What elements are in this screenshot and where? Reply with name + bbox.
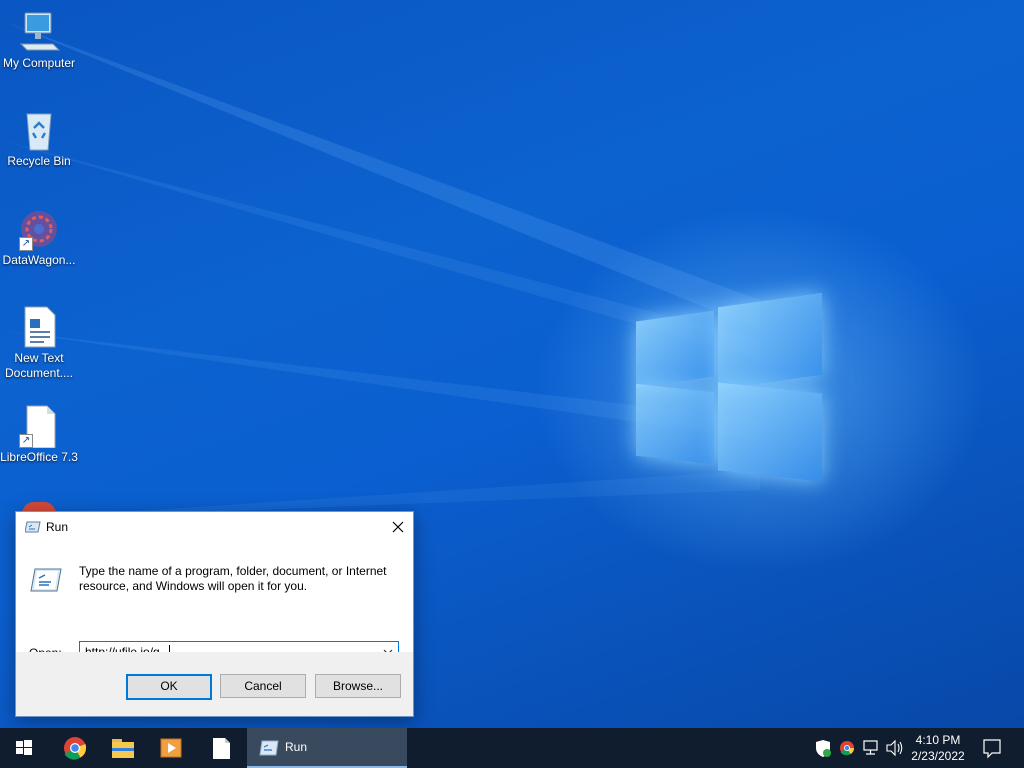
run-dialog-body: Type the name of a program, folder, docu… [16,542,413,664]
recycle-bin-icon [17,108,61,152]
tray-volume[interactable] [885,728,905,768]
desktop-icon-my-computer[interactable]: My Computer [0,10,78,71]
shortcut-arrow-icon: ↗ [19,237,33,251]
desktop-icon-label: Recycle Bin [7,154,71,168]
taskbar-media-player[interactable] [147,728,195,768]
clock[interactable]: 4:10 PM 2/23/2022 [906,732,970,764]
chrome-icon [840,741,854,756]
run-dialog-title: Run [46,520,69,534]
taskbar-run-window[interactable]: Run [247,728,407,768]
run-dialog-titlebar[interactable]: Run [16,512,413,542]
network-icon [863,740,878,755]
desktop-icon-datawagon[interactable]: ↗ DataWagon... [0,207,78,268]
chrome-icon [64,737,87,760]
volume-icon [886,739,903,757]
run-icon [25,521,41,533]
desktop-icon-label: New Text Document.... [4,351,74,380]
desktop-icon-label: LibreOffice 7.3 [0,450,78,464]
tray-network[interactable] [861,728,881,768]
desktop-icon-libreoffice[interactable]: ↗ LibreOffice 7.3 [0,404,78,465]
clock-time: 4:10 PM [915,733,961,747]
desktop-icon-label: DataWagon... [2,253,76,267]
run-icon [259,740,279,756]
browse-button[interactable]: Browse... [315,674,401,698]
desktop-icon-recycle-bin[interactable]: Recycle Bin [0,108,78,169]
folder-icon [112,739,134,758]
windows-security-icon [816,740,831,757]
media-player-icon [160,738,182,758]
action-center-button[interactable] [980,728,1004,768]
windows-logo-wallpaper [636,290,822,482]
run-dialog-description: Type the name of a program, folder, docu… [79,564,387,593]
taskbar-file-explorer[interactable] [99,728,147,768]
desktop-icon-new-text-document[interactable]: New Text Document.... [0,305,78,381]
tray-security[interactable] [813,728,833,768]
tray-chrome[interactable] [837,728,857,768]
shortcut-arrow-icon: ↗ [19,434,33,448]
desktop-icon-label: My Computer [2,56,76,70]
ok-button[interactable]: OK [126,674,212,700]
taskbar: Run 4:10 PM 2/23/2022 [0,728,1024,768]
taskbar-run-label: Run [285,740,308,754]
text-document-icon [17,305,61,349]
run-program-icon [30,568,62,592]
clock-date: 2/23/2022 [911,749,965,763]
start-button[interactable] [0,728,48,768]
notification-icon [983,739,1001,759]
run-dialog: Run Type the name of a program, folder, … [15,511,414,717]
close-icon [392,521,404,533]
document-icon [213,738,230,759]
datawagon-app-icon: ↗ [17,207,61,251]
close-button[interactable] [383,512,413,542]
computer-icon [17,10,61,54]
cancel-button[interactable]: Cancel [220,674,306,698]
taskbar-chrome[interactable] [51,728,99,768]
taskbar-document[interactable] [197,728,245,768]
libreoffice-icon: ↗ [17,404,61,449]
windows-start-icon [16,740,32,755]
